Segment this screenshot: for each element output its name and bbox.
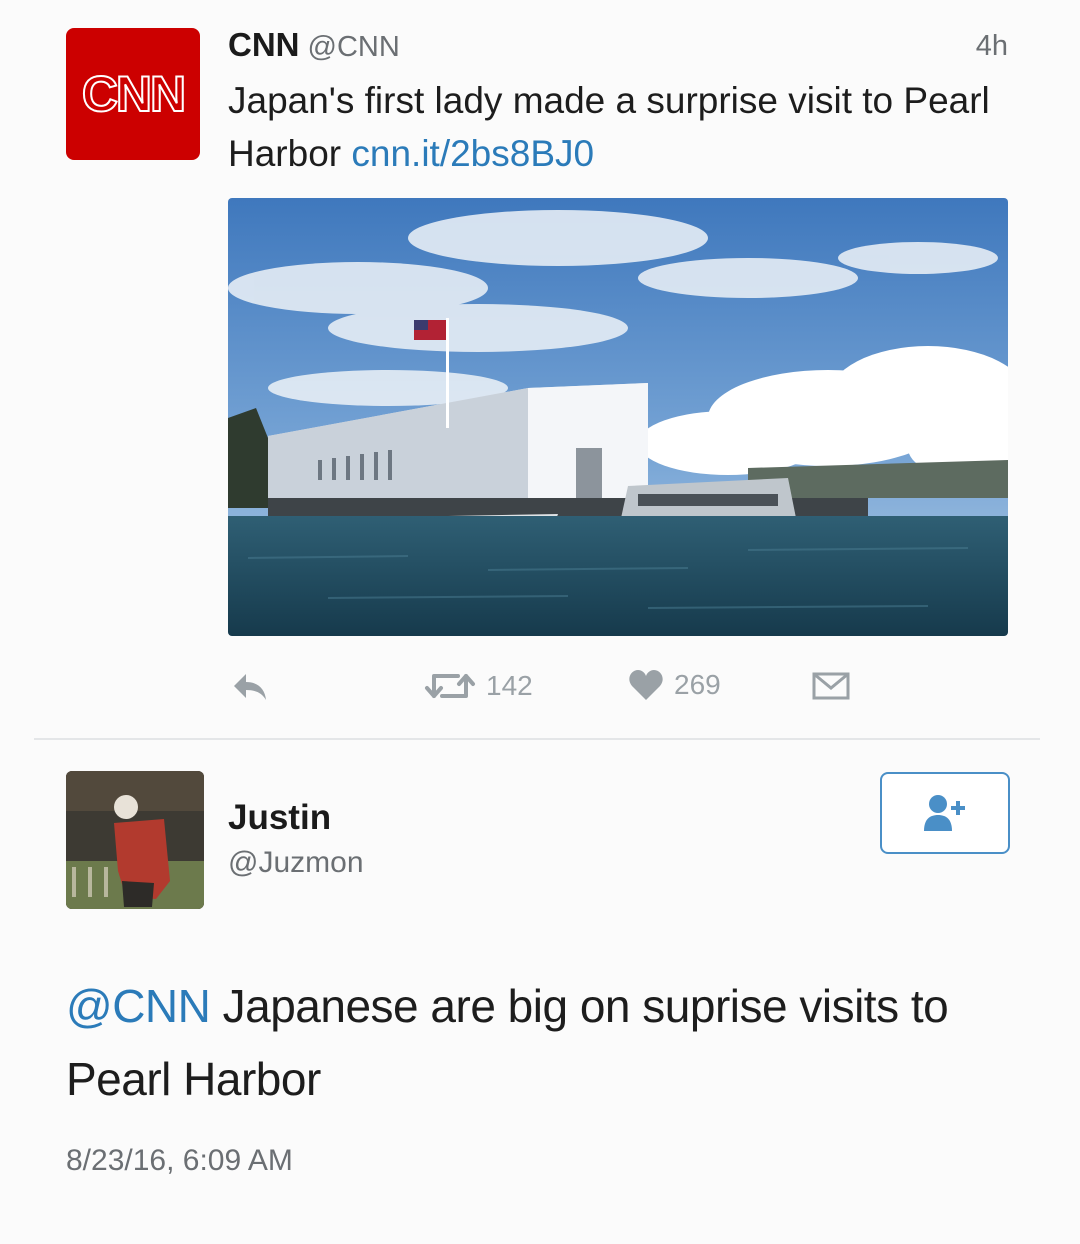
tweet-text: Japan's first lady made a surprise visit… bbox=[228, 80, 990, 174]
envelope-icon bbox=[812, 672, 850, 700]
add-user-icon bbox=[924, 795, 965, 831]
reply-timestamp: 8/23/16, 6:09 AM bbox=[66, 1144, 293, 1177]
memorial-photo bbox=[228, 198, 1008, 636]
cnn-logo-text: CNN bbox=[81, 65, 187, 123]
dm-button[interactable] bbox=[812, 672, 850, 700]
author-handle[interactable]: @CNN bbox=[308, 31, 400, 63]
reply-author-name[interactable]: Justin bbox=[228, 798, 331, 838]
like-count: 269 bbox=[674, 669, 721, 700]
reply-icon bbox=[234, 674, 266, 700]
heart-icon bbox=[629, 670, 663, 700]
follow-button[interactable] bbox=[880, 772, 1010, 854]
reply-author-handle[interactable]: @Juzmon bbox=[228, 846, 364, 880]
like-button[interactable]: 269 bbox=[628, 668, 721, 702]
tweet-photo[interactable] bbox=[228, 198, 1008, 636]
retweet-count: 142 bbox=[486, 670, 533, 701]
avatar-image bbox=[66, 771, 204, 909]
tweet-link[interactable]: cnn.it/2bs8BJ0 bbox=[351, 133, 594, 174]
author-name[interactable]: CNN bbox=[228, 26, 300, 63]
cnn-avatar[interactable]: CNN bbox=[66, 28, 200, 160]
tweet-body: Japan's first lady made a surprise visit… bbox=[228, 74, 1018, 180]
divider bbox=[34, 738, 1040, 740]
tweet-author[interactable]: CNN @CNN bbox=[228, 26, 400, 64]
reply-button[interactable] bbox=[230, 670, 270, 704]
retweet-button[interactable]: 142 bbox=[424, 668, 533, 704]
reply-avatar[interactable] bbox=[66, 771, 204, 909]
screenshot-frame: CNN CNN @CNN 4h Japan's first lady made a… bbox=[0, 0, 1080, 1244]
tweet-time: 4h bbox=[975, 30, 1008, 62]
reply-mention[interactable]: @CNN bbox=[66, 980, 211, 1032]
reply-body: @CNN Japanese are big on suprise visits … bbox=[66, 970, 1006, 1116]
retweet-icon bbox=[425, 674, 475, 698]
tweet-actions: 142 269 bbox=[228, 664, 928, 716]
